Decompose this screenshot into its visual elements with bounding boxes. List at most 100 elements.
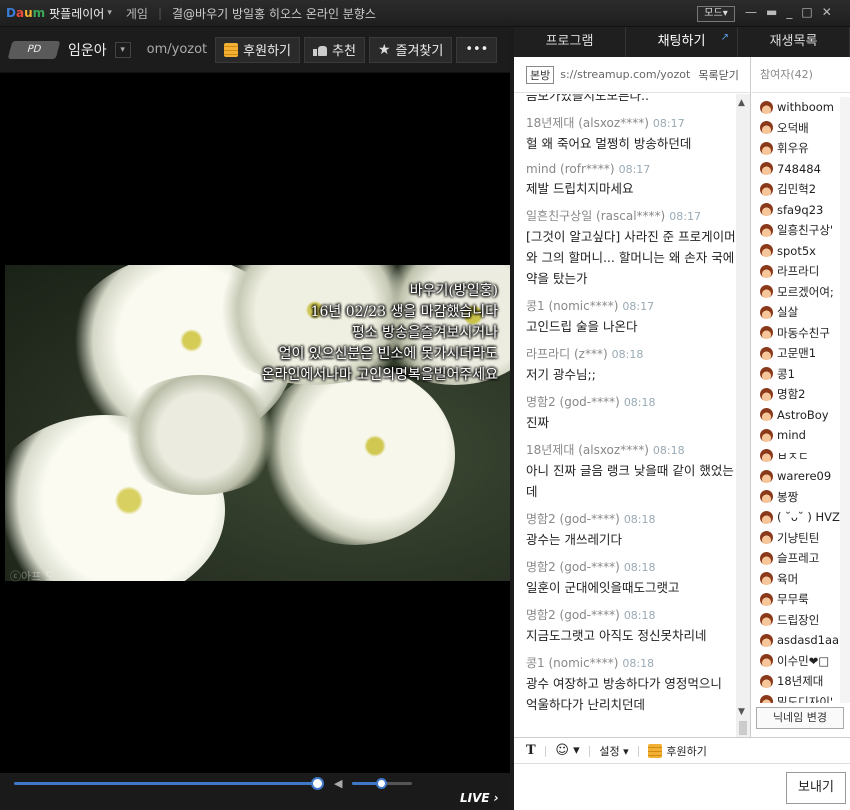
participant-item[interactable]: 명함2 bbox=[752, 384, 840, 405]
avatar-icon bbox=[760, 674, 773, 688]
chat-time: 08:18 bbox=[623, 609, 656, 622]
nickname-change-button[interactable]: 닉네임 변경 bbox=[756, 707, 844, 729]
participant-item[interactable]: 기냥틴틴 bbox=[752, 528, 840, 549]
participant-item[interactable]: 오덕배 bbox=[752, 118, 840, 139]
participant-item[interactable]: 밀도디자이' bbox=[752, 692, 840, 703]
avatar-icon bbox=[760, 592, 773, 606]
participant-item[interactable]: 모르겠어여; bbox=[752, 282, 840, 303]
participant-name: 이수민❤□ bbox=[777, 653, 830, 668]
participant-item[interactable]: 고문맨1 bbox=[752, 343, 840, 364]
scroll-up-icon[interactable]: ▲ bbox=[738, 98, 745, 108]
participant-item[interactable]: asdasd1aa bbox=[752, 630, 840, 651]
seek-bar[interactable] bbox=[14, 782, 317, 785]
more-icon: ••• bbox=[465, 42, 489, 57]
chat-author[interactable]: mind (rofr****) 08:17 bbox=[526, 162, 736, 176]
close-list-button[interactable]: 목록닫기 bbox=[698, 67, 738, 83]
channel-url[interactable]: om/yozot bbox=[147, 42, 208, 57]
compact-icon[interactable]: — bbox=[745, 5, 757, 19]
mode-button[interactable]: 모드▾ bbox=[697, 6, 735, 22]
chat-scrollbar[interactable]: ▲ ▼ bbox=[736, 94, 750, 737]
participant-item[interactable]: sfa9q23 bbox=[752, 200, 840, 221]
avatar-icon bbox=[760, 264, 773, 278]
participant-item[interactable]: 일흥친구상' bbox=[752, 220, 840, 241]
recommend-button[interactable]: 추천 bbox=[304, 36, 365, 63]
participant-item[interactable]: 봉짱 bbox=[752, 487, 840, 508]
more-button[interactable]: ••• bbox=[456, 36, 498, 63]
text-style-button[interactable]: T bbox=[526, 743, 536, 758]
favorite-button[interactable]: ★ 즐겨찾기 bbox=[368, 36, 453, 63]
donate-button[interactable]: 후원하기 bbox=[215, 36, 301, 63]
chat-author[interactable]: 명함2 (god-****) 08:18 bbox=[526, 606, 736, 623]
participant-item[interactable]: 휘우유 bbox=[752, 138, 840, 159]
scroll-down-icon[interactable]: ▼ bbox=[738, 707, 745, 717]
scroll-thumb[interactable] bbox=[739, 721, 747, 735]
volume-handle[interactable] bbox=[376, 778, 387, 789]
chat-author[interactable]: 일흔친구상일 (rascal****) 08:17 bbox=[526, 207, 736, 224]
participant-item[interactable]: withboom bbox=[752, 97, 840, 118]
participants-scrollbar[interactable] bbox=[840, 97, 850, 703]
participant-name: AstroBoy bbox=[777, 407, 829, 422]
chevron-down-icon[interactable]: ▾ bbox=[114, 41, 131, 58]
participant-item[interactable]: AstroBoy bbox=[752, 405, 840, 426]
stream-url[interactable]: s://streamup.com/yozot bbox=[560, 68, 690, 81]
tab-chat[interactable]: 채팅하기 ↗ bbox=[626, 27, 738, 57]
participant-item[interactable]: ( ˘ᴗ˘ ) HVZ bbox=[752, 507, 840, 528]
participant-item[interactable]: 라프라디 bbox=[752, 261, 840, 282]
toolbar-donate-button[interactable]: 후원하기 bbox=[666, 743, 706, 759]
settings-menu[interactable]: 설정 ▾ bbox=[599, 743, 628, 759]
participant-item[interactable]: spot5x bbox=[752, 241, 840, 262]
participant-item[interactable]: 김민혁2 bbox=[752, 179, 840, 200]
participant-item[interactable]: 드립장인 bbox=[752, 610, 840, 631]
close-icon[interactable]: ✕ bbox=[822, 5, 832, 19]
chat-author[interactable]: 명함2 (god-****) 08:18 bbox=[526, 510, 736, 527]
maximize-icon[interactable]: □ bbox=[801, 5, 812, 19]
avatar-icon bbox=[760, 551, 773, 565]
participant-item[interactable]: 이수민❤□ bbox=[752, 651, 840, 672]
chat-author[interactable]: 18년제대 (alsxoz****) 08:18 bbox=[526, 441, 736, 458]
participant-item[interactable]: 무무룩 bbox=[752, 589, 840, 610]
minimize-icon[interactable]: _ bbox=[786, 5, 792, 19]
avatar-icon bbox=[760, 141, 773, 155]
volume-icon[interactable]: ◀ bbox=[334, 777, 342, 790]
participant-item[interactable]: 마동수친구 bbox=[752, 323, 840, 344]
chat-time: 08:18 bbox=[623, 513, 656, 526]
caret-down-icon[interactable]: ▾ bbox=[107, 8, 112, 18]
avatar-icon bbox=[760, 182, 773, 196]
chat-message: mind (rofr****) 08:17 제발 드립치지마세요 bbox=[526, 162, 736, 199]
chat-author[interactable]: 콩1 (nomic****) 08:17 bbox=[526, 297, 736, 314]
chat-text: 지금도그랫고 아직도 정신못차리네 bbox=[526, 628, 707, 643]
chat-author[interactable]: 명함2 (god-****) 08:18 bbox=[526, 558, 736, 575]
chat-author[interactable]: 라프라디 (z***) 08:18 bbox=[526, 345, 736, 362]
recommend-label: 추천 bbox=[332, 44, 356, 59]
tab-program[interactable]: 프로그램 bbox=[514, 27, 626, 57]
live-button[interactable]: LIVE › bbox=[460, 791, 499, 805]
bj-name[interactable]: 임운아 bbox=[68, 40, 107, 60]
participant-name: 콩1 bbox=[777, 366, 795, 381]
participant-item[interactable]: mind bbox=[752, 425, 840, 446]
brand-menu[interactable]: 팟플레이어 bbox=[49, 5, 104, 22]
ontop-icon[interactable]: ▬ bbox=[766, 5, 777, 19]
participant-item[interactable]: 육머 bbox=[752, 569, 840, 590]
participant-item[interactable]: 콩1 bbox=[752, 364, 840, 385]
emoji-icon[interactable]: ☺ ▾ bbox=[555, 743, 579, 758]
participant-item[interactable]: ㅂㅈㄷ bbox=[752, 446, 840, 467]
participant-name: ㅂㅈㄷ bbox=[777, 448, 809, 463]
seek-handle[interactable] bbox=[311, 777, 324, 790]
tab-playlist[interactable]: 재생목록 bbox=[738, 27, 850, 57]
chat-author[interactable]: 18년제대 (alsxoz****) 08:17 bbox=[526, 114, 736, 131]
chat-author[interactable]: 명함2 (god-****) 08:18 bbox=[526, 393, 736, 410]
video-area[interactable]: 바우기(방일홍) 16년 02/23 생을 마감했습니다 평소 방송을즐겨보시거… bbox=[0, 73, 510, 773]
participant-item[interactable]: warere09 bbox=[752, 466, 840, 487]
chat-input[interactable]: 보내기 bbox=[514, 763, 850, 810]
broadcast-info: 본방 s://streamup.com/yozot 목록닫기 bbox=[514, 57, 750, 93]
send-button[interactable]: 보내기 bbox=[786, 772, 846, 804]
participant-item[interactable]: 실살 bbox=[752, 302, 840, 323]
participant-item[interactable]: 18년제대 bbox=[752, 671, 840, 692]
participant-item[interactable]: 슬프레고 bbox=[752, 548, 840, 569]
chat-author[interactable]: 콩1 (nomic****) 08:18 bbox=[526, 654, 736, 671]
popout-icon[interactable]: ↗ bbox=[721, 23, 729, 53]
avatar-icon bbox=[760, 654, 773, 668]
game-menu[interactable]: 게임 bbox=[126, 5, 148, 22]
participant-item[interactable]: 748484 bbox=[752, 159, 840, 180]
chat-text: 광수 여장하고 방송하다가 영정먹으니 억울하다가 난리치던데 bbox=[526, 676, 722, 712]
